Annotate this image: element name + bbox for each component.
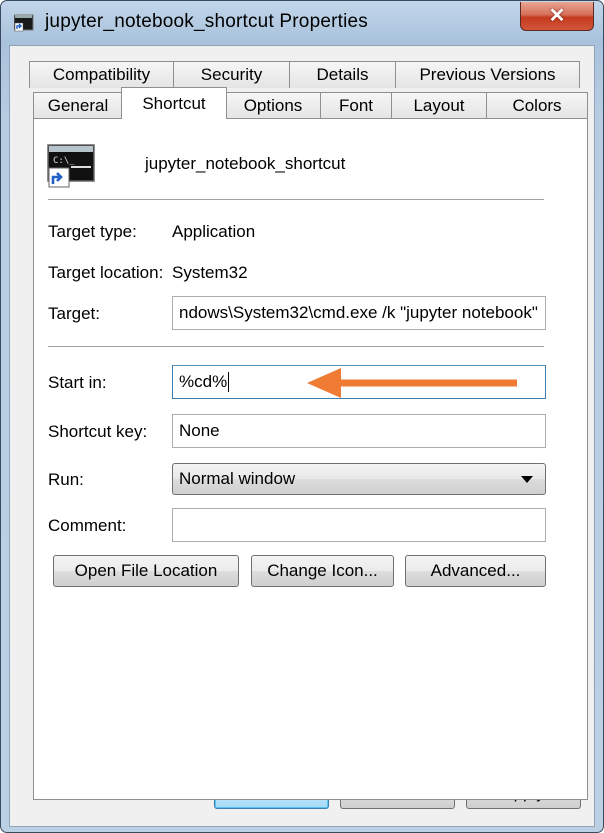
command-prompt-icon: C:\_ bbox=[47, 144, 95, 188]
close-button[interactable]: ✕ bbox=[520, 2, 594, 31]
tab-security[interactable]: Security bbox=[173, 61, 290, 88]
tab-options[interactable]: Options bbox=[225, 92, 321, 119]
target-location-value: System32 bbox=[172, 263, 248, 282]
text-caret bbox=[228, 372, 230, 392]
start-in-label: Start in: bbox=[48, 373, 107, 392]
annotation-arrow-icon bbox=[307, 368, 517, 398]
title-bar[interactable]: jupyter_notebook_shortcut Properties ✕ bbox=[1, 1, 603, 45]
separator bbox=[48, 199, 544, 201]
target-type-label: Target type: bbox=[48, 222, 137, 241]
window-title: jupyter_notebook_shortcut Properties bbox=[45, 11, 369, 32]
tab-general[interactable]: General bbox=[33, 92, 123, 119]
target-field-text: ndows\System32\cmd.exe /k "jupyter noteb… bbox=[179, 303, 538, 322]
start-in-field-text: %cd% bbox=[179, 372, 228, 391]
tab-details[interactable]: Details bbox=[289, 61, 396, 88]
tab-colors[interactable]: Colors bbox=[486, 92, 588, 119]
svg-text:C:\_: C:\_ bbox=[53, 156, 75, 166]
separator bbox=[48, 346, 544, 348]
tab-compatibility[interactable]: Compatibility bbox=[29, 61, 174, 88]
tab-font[interactable]: Font bbox=[320, 92, 392, 119]
shortcut-name: jupyter_notebook_shortcut bbox=[145, 154, 346, 173]
properties-window: jupyter_notebook_shortcut Properties ✕ C… bbox=[0, 0, 604, 833]
shortcut-tab-panel: C:\_ jupyter_notebook_shortcut Target ty… bbox=[33, 118, 588, 800]
open-file-location-button[interactable]: Open File Location bbox=[53, 555, 239, 587]
comment-field[interactable] bbox=[172, 508, 546, 542]
run-select[interactable]: Normal window bbox=[172, 463, 546, 495]
target-label: Target: bbox=[48, 304, 100, 323]
target-type-value: Application bbox=[172, 222, 256, 241]
shortcut-key-field-text: None bbox=[179, 421, 220, 440]
shortcut-key-label: Shortcut key: bbox=[48, 422, 148, 441]
tab-layout[interactable]: Layout bbox=[391, 92, 487, 119]
tab-previous-versions[interactable]: Previous Versions bbox=[395, 61, 580, 88]
target-location-label: Target location: bbox=[48, 263, 164, 282]
run-label: Run: bbox=[48, 470, 84, 489]
chevron-down-icon bbox=[521, 475, 533, 483]
shortcut-key-field[interactable]: None bbox=[172, 414, 546, 448]
target-field[interactable]: ndows\System32\cmd.exe /k "jupyter noteb… bbox=[172, 296, 546, 330]
dialog-client-area: Compatibility Security Details Previous … bbox=[9, 45, 595, 827]
comment-label: Comment: bbox=[48, 516, 127, 535]
run-select-value: Normal window bbox=[179, 469, 296, 488]
advanced-button[interactable]: Advanced... bbox=[405, 555, 546, 587]
tab-shortcut[interactable]: Shortcut bbox=[121, 87, 227, 119]
shortcut-app-icon bbox=[14, 14, 34, 32]
close-icon: ✕ bbox=[548, 5, 566, 27]
change-icon-button[interactable]: Change Icon... bbox=[251, 555, 394, 587]
